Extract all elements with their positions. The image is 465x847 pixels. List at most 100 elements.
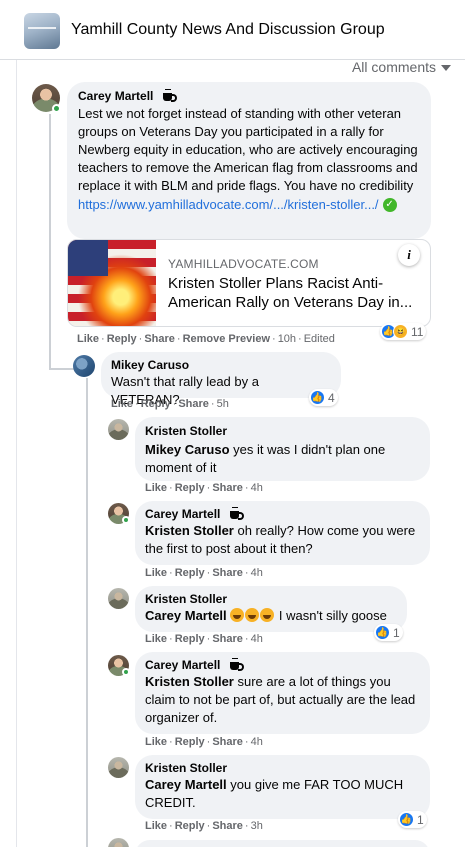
reaction-summary[interactable]: 👍 1 (398, 811, 427, 828)
mention-link[interactable]: Kristen Stoller (145, 674, 234, 689)
reply-button[interactable]: Reply (175, 567, 205, 579)
reply-button[interactable]: Reply (141, 398, 171, 410)
group-logo[interactable] (24, 13, 60, 49)
comment-actions: Like · Reply · Share · 5h (111, 398, 229, 410)
mention-link[interactable]: Kristen Stoller (145, 523, 234, 538)
comment-text: Carey Martell I wasn't silly goose (145, 608, 387, 623)
share-button[interactable]: Share (212, 567, 243, 579)
thread-line (86, 378, 88, 847)
preview-title[interactable]: Kristen Stoller Plans Racist Anti-Americ… (168, 274, 423, 312)
avatar[interactable] (73, 355, 95, 377)
timestamp[interactable]: 4h (251, 482, 263, 494)
comment-bubble (135, 840, 430, 847)
comment-author[interactable]: Kristen Stoller (145, 761, 227, 775)
info-icon[interactable]: i (398, 244, 420, 266)
reply-button[interactable]: Reply (175, 736, 205, 748)
timestamp[interactable]: 4h (251, 736, 263, 748)
comment-bubble: Mikey Caruso Wasn't that rally lead by a… (101, 352, 341, 407)
comment-bubble: Carey Martell Kristen Stoller oh really?… (135, 501, 430, 565)
like-button[interactable]: Like (145, 482, 167, 494)
comment-bubble: Carey Martell Lest we not forget instead… (67, 82, 431, 239)
comment-author[interactable]: Carey Martell (145, 658, 220, 672)
reaction-summary[interactable]: 👍 4 (309, 389, 338, 406)
comment-actions: Like · Reply · Share · 4h (145, 633, 263, 645)
comment-actions: Like · Reply · Share · 4h (145, 736, 263, 748)
share-button[interactable]: Share (212, 633, 243, 645)
comment-text: Mikey Caruso yes it was I didn't plan on… (145, 442, 386, 475)
like-icon: 👍 (399, 812, 414, 827)
preview-domain: YAMHILLADVOCATE.COM (168, 257, 319, 271)
avatar[interactable] (108, 838, 129, 847)
timestamp[interactable]: 5h (217, 398, 229, 410)
like-button[interactable]: Like (145, 736, 167, 748)
reaction-summary[interactable]: 👍 1 (374, 624, 403, 641)
reaction-count: 4 (328, 390, 335, 405)
preview-image[interactable] (68, 240, 156, 326)
like-button[interactable]: Like (145, 567, 167, 579)
comment-text: Lest we not forget instead of standing w… (78, 106, 418, 193)
reaction-count: 1 (417, 812, 424, 827)
share-button[interactable]: Share (144, 333, 175, 345)
timestamp[interactable]: 10h (278, 333, 296, 345)
comment-actions: Like · Reply · Share · Remove Preview · 10h · Edit… (77, 333, 335, 345)
laughing-emoji-icon (260, 608, 275, 622)
coffee-cup-icon (228, 658, 245, 672)
mention-link[interactable]: Carey Martell (145, 777, 227, 792)
comment-text: Kristen Stoller oh really? How come you … (145, 523, 416, 556)
like-button[interactable]: Like (145, 633, 167, 645)
sort-label: All comments (351, 59, 436, 75)
laughing-emoji-icon (230, 608, 245, 622)
like-button[interactable]: Like (111, 398, 133, 410)
online-indicator (52, 104, 61, 113)
share-button[interactable]: Share (212, 736, 243, 748)
comment-author[interactable]: Carey Martell (145, 507, 220, 521)
group-title[interactable]: Yamhill County News And Discussion Group (71, 21, 385, 39)
avatar[interactable] (108, 419, 129, 440)
sort-dropdown[interactable]: All comments (352, 59, 451, 75)
edited-label[interactable]: Edited (304, 333, 335, 345)
comment-bubble: Kristen Stoller Mikey Caruso yes it was … (135, 417, 430, 481)
reaction-count: 1 (393, 625, 400, 640)
mention-link[interactable]: Mikey Caruso (145, 442, 230, 457)
share-button[interactable]: Share (178, 398, 209, 410)
comment-text: Kristen Stoller sure are a lot of things… (145, 674, 416, 725)
reaction-count: 11 (411, 324, 424, 339)
link-preview-card[interactable]: YAMHILLADVOCATE.COM Kristen Stoller Plan… (67, 239, 431, 327)
thread-line (49, 368, 75, 370)
share-button[interactable]: Share (212, 482, 243, 494)
chevron-down-icon (441, 65, 451, 71)
avatar[interactable] (108, 757, 129, 778)
comment-author[interactable]: Kristen Stoller (145, 592, 227, 606)
timestamp[interactable]: 4h (251, 633, 263, 645)
avatar[interactable] (108, 588, 129, 609)
online-indicator (122, 668, 130, 676)
reply-button[interactable]: Reply (175, 820, 205, 832)
like-button[interactable]: Like (145, 820, 167, 832)
reply-button[interactable]: Reply (107, 333, 137, 345)
comment-author[interactable]: Carey Martell (78, 89, 153, 103)
share-button[interactable]: Share (212, 820, 243, 832)
group-header: Yamhill County News And Discussion Group (0, 0, 465, 60)
timestamp[interactable]: 4h (251, 567, 263, 579)
timestamp[interactable]: 3h (251, 820, 263, 832)
like-button[interactable]: Like (77, 333, 99, 345)
left-divider (16, 60, 17, 847)
online-indicator (122, 516, 130, 524)
reply-button[interactable]: Reply (175, 482, 205, 494)
coffee-cup-icon (228, 507, 245, 521)
comment-actions: Like · Reply · Share · 3h (145, 820, 263, 832)
like-icon: 👍 (310, 390, 325, 405)
comment-author[interactable]: Mikey Caruso (111, 358, 189, 372)
comment-bubble: Kristen Stoller Carey Martell you give m… (135, 755, 430, 819)
remove-preview-button[interactable]: Remove Preview (183, 333, 270, 345)
comment-author[interactable]: Kristen Stoller (145, 424, 227, 438)
comment-text: Carey Martell you give me FAR TOO MUCH C… (145, 777, 404, 810)
reply-button[interactable]: Reply (175, 633, 205, 645)
check-icon: ✓ (382, 197, 397, 212)
like-icon: 👍 (375, 625, 390, 640)
mention-link[interactable]: Carey Martell (145, 608, 227, 623)
haha-icon: 😆 (393, 324, 408, 339)
comment-link[interactable]: https://www.yamhilladvocate.com/.../kris… (78, 197, 420, 212)
coffee-cup-icon (161, 89, 178, 103)
reaction-summary[interactable]: 👍 😆 11 (380, 323, 427, 340)
